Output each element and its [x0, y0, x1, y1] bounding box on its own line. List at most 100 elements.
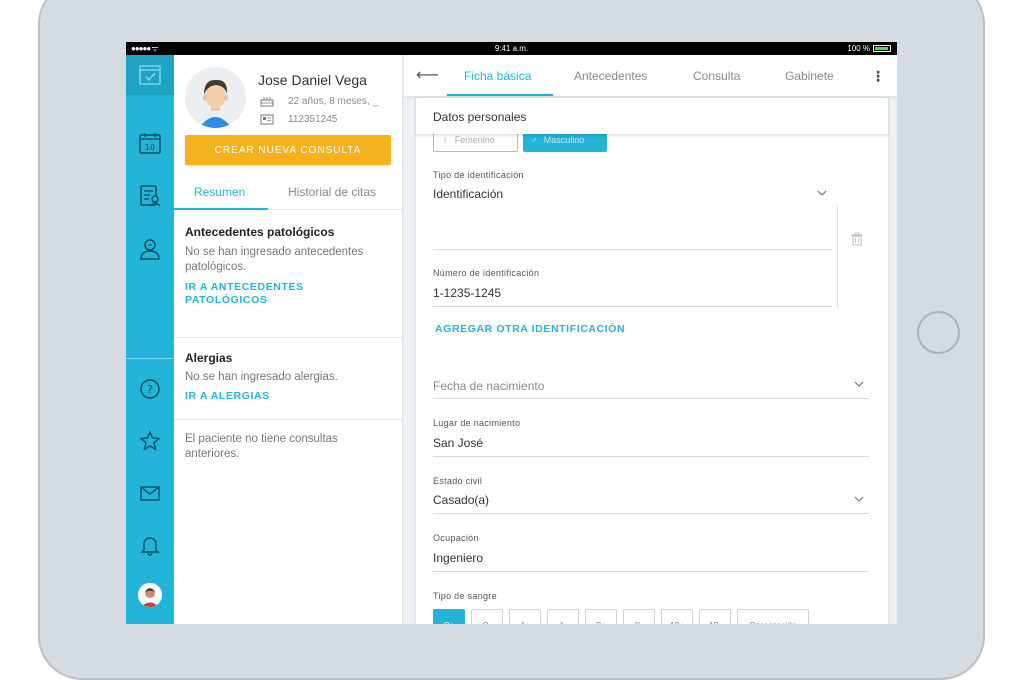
- id-card-icon: [260, 114, 274, 125]
- chevron-down-icon[interactable]: [854, 494, 864, 504]
- rail-messages[interactable]: [126, 473, 174, 513]
- more-options-icon[interactable]: ⋮: [871, 68, 885, 85]
- allergies-text: No se han ingresado alergias.: [185, 371, 338, 383]
- help-icon: ?: [140, 379, 160, 399]
- blood-type-option[interactable]: Desconocido: [737, 609, 809, 624]
- occupation-label: Ocupación: [433, 533, 479, 543]
- tab-indicator: [174, 208, 268, 210]
- rail-records[interactable]: [126, 176, 174, 216]
- trash-icon[interactable]: [850, 232, 864, 246]
- chevron-down-icon[interactable]: [854, 379, 864, 389]
- add-identification-link[interactable]: AGREGAR OTRA IDENTIFICACIÓN: [435, 323, 625, 335]
- tab-basic-record[interactable]: Ficha básica: [464, 69, 531, 83]
- id-number-label: Número de identificación: [433, 268, 540, 278]
- tab-background[interactable]: Antecedentes: [574, 69, 647, 83]
- svg-text:10: 10: [145, 143, 155, 152]
- patient-name: Jose Daniel Vega: [258, 72, 367, 88]
- blood-type-option[interactable]: A-: [547, 609, 579, 624]
- male-icon: ♂: [531, 135, 538, 145]
- pathological-section: Antecedentes patológicos No se han ingre…: [174, 211, 403, 338]
- female-icon: ♀: [442, 135, 449, 145]
- record-tabs-bar: ⟵ Ficha básica Antecedentes Consulta Gab…: [404, 55, 897, 97]
- birthday-cake-icon: [260, 97, 274, 107]
- checklist-icon: [139, 65, 161, 85]
- patient-icon: [140, 239, 160, 260]
- blood-type-option[interactable]: A+: [509, 609, 541, 624]
- rail-favorites[interactable]: [126, 421, 174, 461]
- id-type-underline: [433, 249, 832, 250]
- blood-type-option[interactable]: B+: [585, 609, 617, 624]
- create-consult-button[interactable]: CREAR NUEVA CONSULTA: [185, 135, 391, 165]
- battery-indicator: 100 %: [847, 42, 891, 55]
- rail-patient[interactable]: [126, 229, 174, 269]
- nav-rail: 10 ?: [126, 55, 174, 624]
- gender-female-label: Femenino: [454, 135, 495, 145]
- records-icon: [140, 185, 161, 207]
- patient-summary-panel: Jose Daniel Vega 22 años, 8 meses, _ 112…: [174, 55, 403, 624]
- rail-notifications[interactable]: [126, 525, 174, 565]
- pathological-text: No se han ingresado antecedentes patológ…: [185, 246, 364, 273]
- id-type-label: Tipo de identificación: [433, 170, 524, 180]
- blood-type-option[interactable]: O-: [471, 609, 503, 624]
- birthplace-underline: [433, 456, 869, 457]
- status-time: 9:41 a.m.: [494, 44, 529, 53]
- pathological-title: Antecedentes patológicos: [185, 225, 335, 239]
- blood-type-option[interactable]: B-: [623, 609, 655, 624]
- id-number-underline: [433, 306, 832, 307]
- tab-consult[interactable]: Consulta: [693, 69, 740, 83]
- personal-data-form: Datos personales ♀ Femenino ♂ Masculino …: [416, 98, 888, 624]
- civil-status-label: Estado civil: [433, 476, 483, 486]
- patient-age: 22 años, 8 meses, _: [288, 95, 379, 107]
- allergies-title: Alergias: [185, 351, 233, 365]
- patient-id-number: 112351245: [288, 113, 338, 125]
- birthplace-input[interactable]: San José: [433, 436, 483, 450]
- form-header: Datos personales: [416, 98, 888, 134]
- tab-summary[interactable]: Resumen: [194, 185, 245, 199]
- blood-type-option[interactable]: O+: [433, 609, 465, 624]
- allergies-section: Alergias No se han ingresado alergias. I…: [174, 338, 403, 420]
- blood-type-label: Tipo de sangre: [433, 591, 497, 601]
- user-avatar: [138, 583, 162, 607]
- screen: ●●●●● ᯤ 9:41 a.m. 100 % 10 ? Jose Daniel…: [126, 42, 897, 624]
- gender-male-label: Masculino: [543, 135, 585, 145]
- patient-age-row: 22 años, 8 meses, _: [260, 95, 378, 107]
- calendar-icon: 10: [139, 133, 161, 154]
- occupation-underline: [433, 571, 869, 572]
- rail-help[interactable]: ?: [126, 369, 174, 409]
- bell-icon: [140, 537, 160, 556]
- id-divider: [837, 206, 838, 309]
- tab-cabinet[interactable]: Gabinete: [785, 69, 834, 83]
- patient-avatar: [185, 67, 246, 128]
- form-header-title: Datos personales: [433, 110, 527, 124]
- home-button[interactable]: [917, 311, 960, 354]
- back-arrow-icon[interactable]: ⟵: [416, 65, 439, 85]
- id-number-input[interactable]: 1-1235-1245: [433, 286, 501, 300]
- go-to-allergies-link[interactable]: IR A ALERGIAS: [185, 390, 385, 403]
- patient-id-row: 112351245: [260, 113, 337, 125]
- star-icon: [139, 430, 161, 452]
- rail-divider: [126, 358, 174, 359]
- blood-type-option[interactable]: AB+: [661, 609, 693, 624]
- summary-tabs: Resumen Historial de citas: [174, 173, 403, 210]
- tab-appointment-history[interactable]: Historial de citas: [288, 185, 376, 199]
- birthdate-underline: [433, 398, 869, 399]
- civil-status-underline: [433, 513, 869, 514]
- chevron-down-icon[interactable]: [817, 188, 827, 198]
- birthplace-label: Lugar de nacimiento: [433, 418, 521, 428]
- occupation-input[interactable]: Ingeniero: [433, 551, 483, 565]
- rail-calendar[interactable]: 10: [126, 123, 174, 163]
- mail-icon: [140, 486, 160, 501]
- consults-empty-text: El paciente no tiene consultas anteriore…: [185, 433, 338, 460]
- rail-user-avatar[interactable]: [126, 575, 174, 615]
- svg-text:?: ?: [147, 383, 153, 396]
- birthdate-select[interactable]: Fecha de nacimiento: [433, 379, 544, 393]
- civil-status-select[interactable]: Casado(a): [433, 493, 489, 507]
- blood-type-option[interactable]: AB-: [699, 609, 731, 624]
- rail-checklist[interactable]: [126, 55, 174, 95]
- status-bar: ●●●●● ᯤ 9:41 a.m. 100 %: [126, 42, 897, 55]
- battery-icon: [873, 45, 891, 52]
- blood-type-options: O+ O- A+ A- B+ B- AB+ AB- Desconocido: [433, 609, 809, 624]
- battery-percent: 100 %: [847, 44, 870, 53]
- id-type-select[interactable]: Identificación: [433, 187, 503, 201]
- go-to-pathological-link[interactable]: IR A ANTECEDENTES PATOLÓGICOS: [185, 281, 385, 307]
